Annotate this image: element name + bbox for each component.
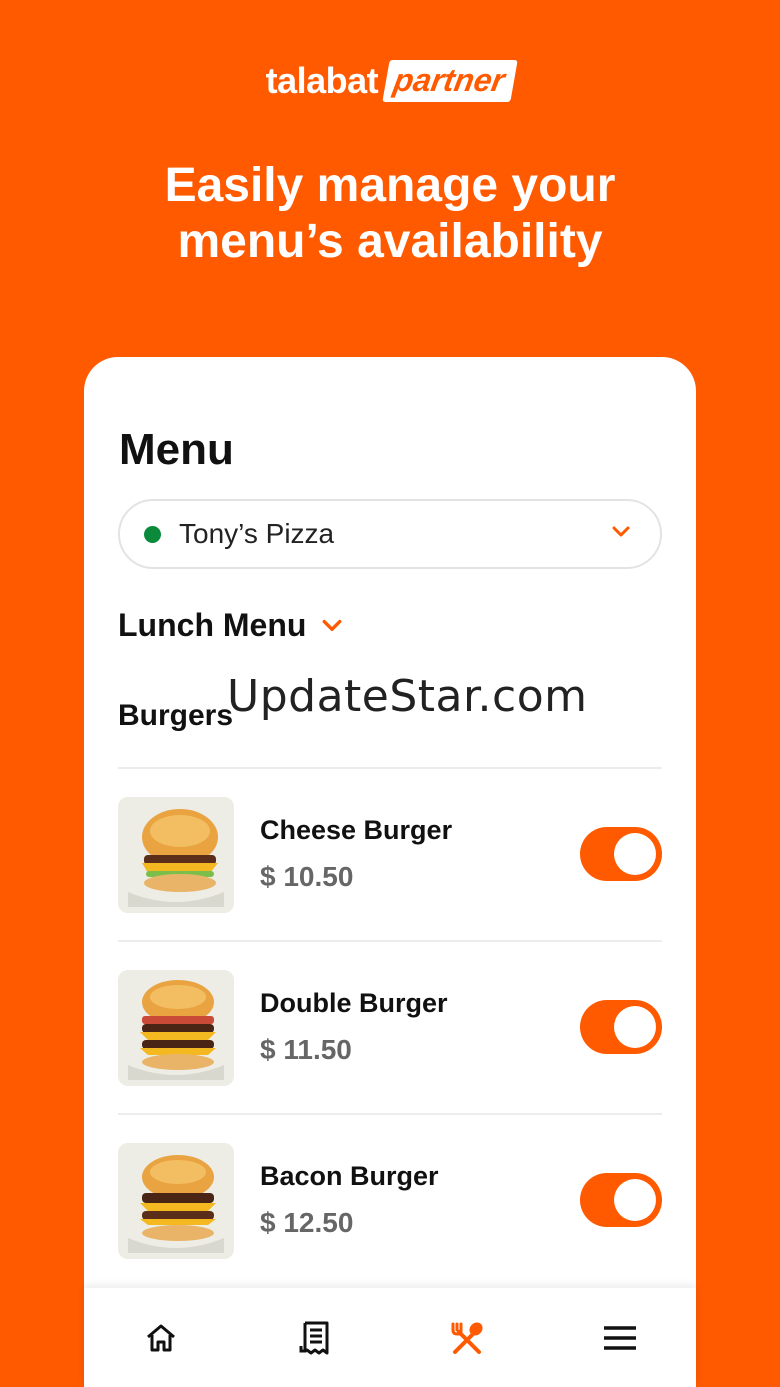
toggle-knob	[614, 833, 656, 875]
store-dropdown[interactable]: Tony’s Pizza	[118, 499, 662, 569]
nav-menu[interactable]	[437, 1308, 497, 1368]
list-item: Bacon Burger $ 12.50	[118, 1113, 662, 1286]
headline: Easily manage your menu’s availability	[0, 158, 780, 270]
availability-toggle[interactable]	[580, 827, 662, 881]
burger-thumbnail	[118, 1143, 234, 1259]
watermark: UpdateStar.com	[227, 671, 588, 722]
item-price: $ 12.50	[260, 1207, 354, 1238]
bottom-nav	[84, 1288, 696, 1387]
page-title: Menu	[119, 425, 234, 474]
brand-name: talabat	[265, 60, 379, 101]
nav-home[interactable]	[131, 1308, 191, 1368]
availability-toggle[interactable]	[580, 1173, 662, 1227]
burger-thumbnail	[118, 797, 234, 913]
chevron-down-icon	[612, 526, 630, 537]
burger-thumbnail	[118, 970, 234, 1086]
item-name: Bacon Burger	[260, 1161, 439, 1191]
menu-utensils-icon	[451, 1321, 483, 1354]
online-status-icon	[144, 525, 161, 543]
brand-logo: talabat partner	[0, 60, 780, 102]
list-item: Cheese Burger $ 10.50	[118, 767, 662, 940]
hamburger-menu-icon	[603, 1325, 636, 1350]
home-icon	[146, 1324, 175, 1351]
toggle-knob	[614, 1179, 656, 1221]
receipt-icon	[299, 1321, 328, 1354]
item-price: $ 10.50	[260, 861, 354, 892]
brand-tag: partner	[382, 60, 519, 102]
item-price: $ 11.50	[260, 1034, 352, 1065]
availability-toggle[interactable]	[580, 1000, 662, 1054]
list-item: Double Burger $ 11.50	[118, 940, 662, 1113]
item-name: Double Burger	[260, 988, 448, 1018]
item-name: Cheese Burger	[260, 815, 453, 845]
headline-line-1: Easily manage your	[164, 159, 616, 212]
headline-line-2: menu’s availability	[177, 215, 603, 268]
nav-orders[interactable]	[284, 1308, 344, 1368]
nav-more[interactable]	[590, 1308, 650, 1368]
section-title: Burgers	[118, 699, 234, 732]
chevron-down-icon	[322, 619, 342, 631]
menu-selector[interactable]: Lunch Menu	[118, 607, 342, 644]
menu-selector-label: Lunch Menu	[118, 607, 307, 643]
toggle-knob	[614, 1006, 656, 1048]
store-name: Tony’s Pizza	[179, 518, 335, 549]
phone-card: Menu Tony’s Pizza Lunch Menu Burgers Upd…	[84, 357, 696, 1387]
